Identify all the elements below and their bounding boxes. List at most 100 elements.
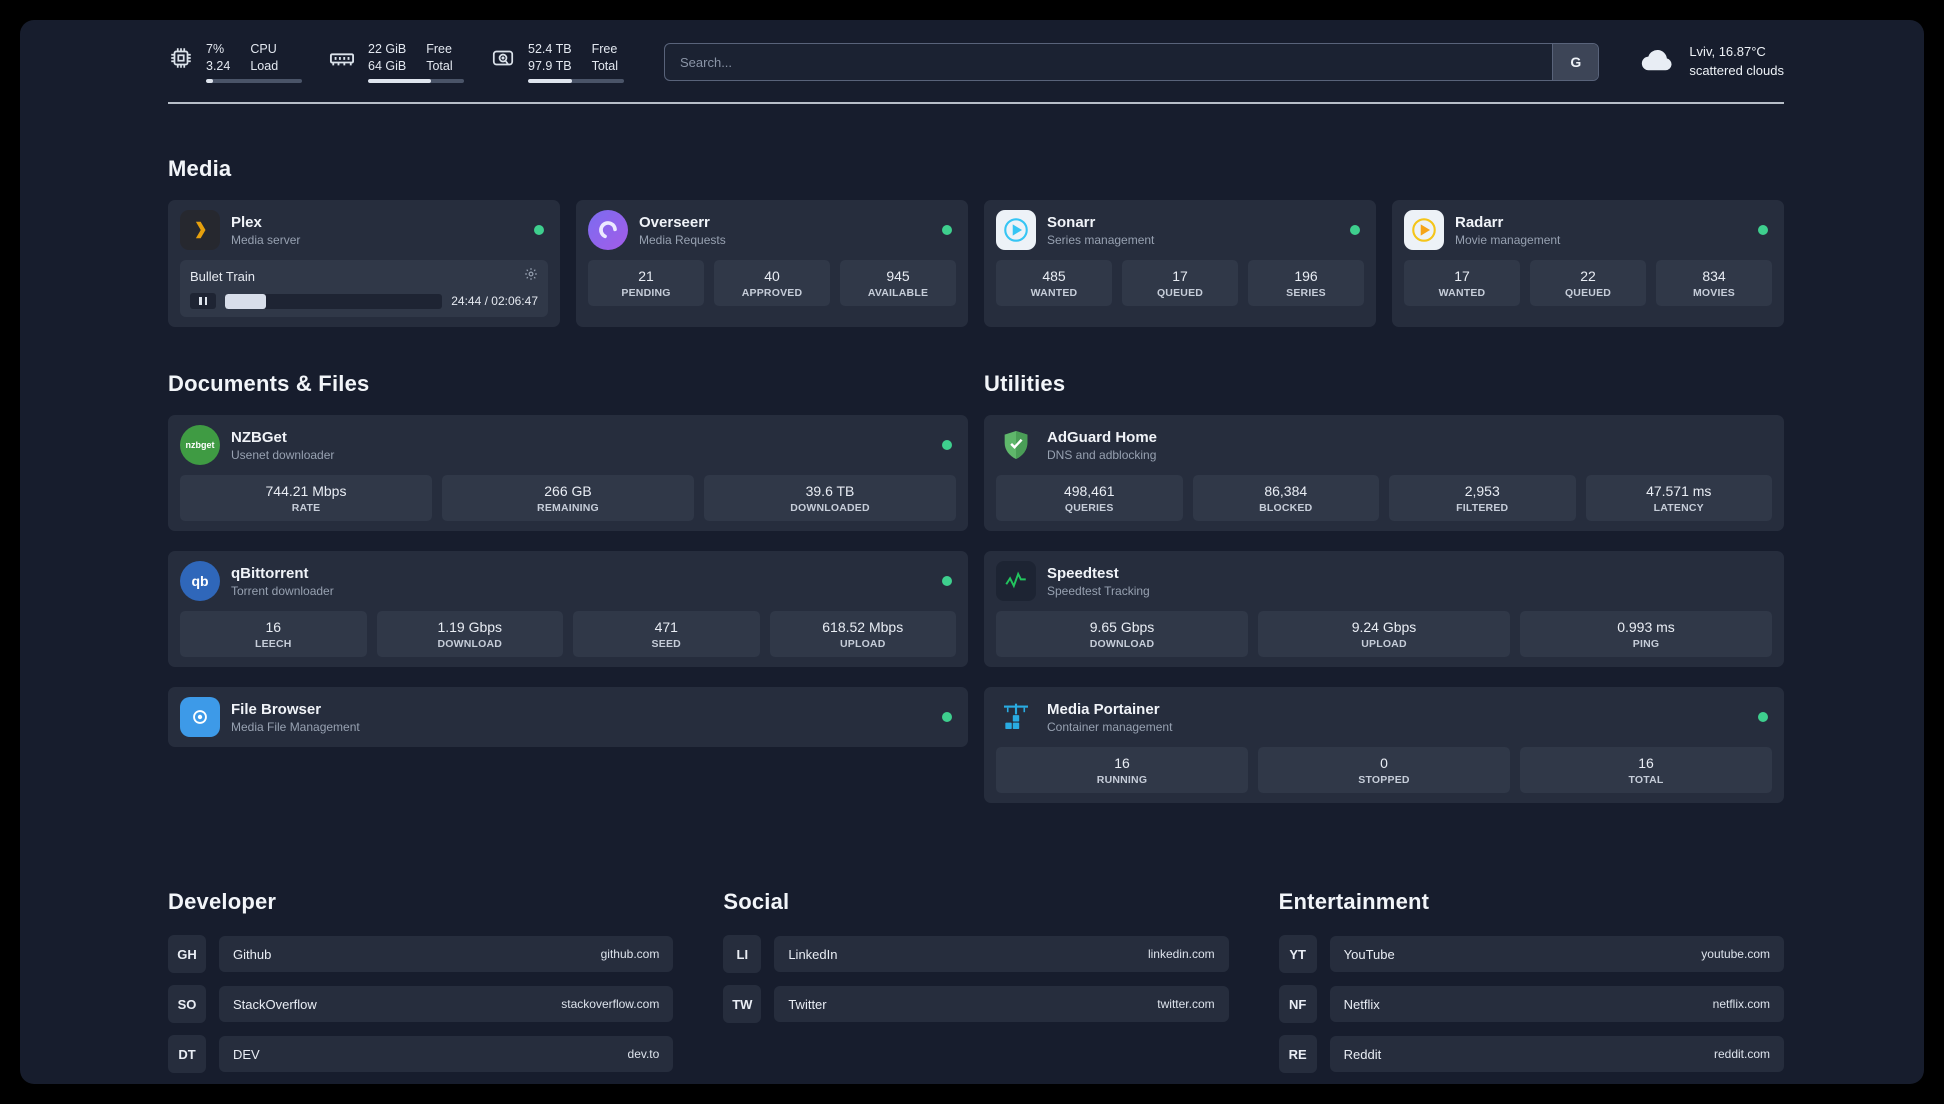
reddit-icon: RE (1278, 1035, 1317, 1073)
stat-label: APPROVED (741, 287, 803, 299)
app-subtitle: Media File Management (231, 719, 360, 734)
section-title-utilities: Utilities (984, 371, 1066, 396)
stat-latency: 47.571 ms LATENCY (1585, 475, 1772, 521)
bookmark-url: linkedin.com (1147, 947, 1215, 961)
stat-value: 16 (1638, 755, 1654, 771)
stat-value: 9.65 Gbps (1089, 619, 1155, 635)
stat-label: SEED (651, 638, 681, 650)
bookmark-name: Netflix (1343, 996, 1380, 1012)
stat-movies: 834 MOVIES (1656, 260, 1772, 306)
stat-value: 0 (1380, 755, 1388, 771)
bookmark-link-youtube[interactable]: YouTube youtube.com (1329, 936, 1784, 972)
weather-widget[interactable]: Lviv, 16.87°C scattered clouds (1639, 43, 1784, 81)
bookmark-name: Reddit (1343, 1046, 1382, 1062)
stat-rate: 744.21 Mbps RATE (180, 475, 432, 521)
pause-button[interactable] (190, 293, 216, 309)
stat-value: 17 (1454, 268, 1470, 284)
stat-total: 16 TOTAL (1520, 747, 1772, 793)
dashboard: 7% 3.24 CPU Load 22 GiB 64 GiB Free Tota… (20, 20, 1924, 1084)
bookmark-url: github.com (600, 947, 660, 961)
stat-value: 618.52 Mbps (822, 619, 904, 635)
app-card-plex[interactable]: Plex Media server Bullet Train 24:44 / 0… (168, 200, 560, 327)
section-title-social: Social (723, 889, 790, 914)
bookmark-url: stackoverflow.com (561, 997, 660, 1011)
app-card-speedtest[interactable]: Speedtest Speedtest Tracking 9.65 Gbps D… (984, 551, 1784, 667)
app-name: AdGuard Home (1047, 428, 1158, 446)
stat-upload: 618.52 Mbps UPLOAD (769, 611, 956, 657)
stat-value: 945 (886, 268, 910, 284)
bookmark-link-reddit[interactable]: Reddit reddit.com (1329, 1036, 1784, 1072)
plex-icon (180, 210, 220, 250)
section-title-documents: Documents & Files (168, 371, 370, 396)
list-item: YT YouTube youtube.com (1278, 935, 1784, 973)
bookmark-link-stackoverflow[interactable]: StackOverflow stackoverflow.com (219, 986, 674, 1022)
app-card-nzbget[interactable]: nzbget NZBGet Usenet downloader 744.21 M… (168, 415, 968, 531)
app-card-radarr[interactable]: Radarr Movie management 17 WANTED 22 QUE… (1392, 200, 1784, 327)
list-item: TW Twitter twitter.com (723, 985, 1229, 1023)
stat-leech: 16 LEECH (180, 611, 367, 657)
app-subtitle: Usenet downloader (231, 447, 335, 462)
search-engine-button[interactable]: G (1552, 44, 1599, 80)
now-playing-widget: Bullet Train 24:44 / 02:06:47 (180, 260, 548, 317)
search-input[interactable] (665, 44, 1553, 80)
sonarr-icon (996, 210, 1036, 250)
app-subtitle: Speedtest Tracking (1047, 583, 1150, 598)
app-card-adguard-home[interactable]: AdGuard Home DNS and adblocking 498,461 … (984, 415, 1784, 531)
stat-label: MOVIES (1692, 287, 1736, 299)
app-subtitle: Movie management (1455, 232, 1561, 247)
stat-approved: 40 APPROVED (714, 260, 830, 306)
bookmark-link-netflix[interactable]: Netflix netflix.com (1329, 986, 1784, 1022)
stat-queued: 17 QUEUED (1122, 260, 1238, 306)
bookmark-link-twitter[interactable]: Twitter twitter.com (774, 986, 1229, 1022)
app-card-media-portainer[interactable]: Media Portainer Container management 16 … (984, 687, 1784, 803)
portainer-icon (996, 697, 1036, 737)
stat-stopped: 0 STOPPED (1258, 747, 1510, 793)
nzbget-icon-text: nzbget (185, 440, 215, 450)
bookmark-url: reddit.com (1713, 1047, 1770, 1061)
stat-label: LEECH (254, 638, 292, 650)
stat-label: QUERIES (1064, 502, 1114, 514)
stat-label: BLOCKED (1259, 502, 1313, 514)
stat-value: 2,953 (1464, 483, 1500, 499)
status-dot (942, 225, 952, 235)
cpu-usage-bar (206, 79, 302, 83)
stat-value: 86,384 (1264, 483, 1308, 499)
app-name: Radarr (1455, 213, 1504, 231)
ram-monitor: 22 GiB 64 GiB Free Total (328, 41, 464, 83)
bookmark-link-dev[interactable]: DEV dev.to (219, 1036, 674, 1072)
app-card-overseerr[interactable]: Overseerr Media Requests 21 PENDING 40 A… (576, 200, 968, 327)
stat-upload: 9.24 Gbps UPLOAD (1258, 611, 1510, 657)
bookmark-link-linkedin[interactable]: LinkedIn linkedin.com (774, 936, 1229, 972)
bookmark-link-github[interactable]: Github github.com (219, 936, 674, 972)
cloud-icon (1639, 45, 1677, 80)
stat-pending: 21 PENDING (588, 260, 704, 306)
stat-value: 196 (1294, 268, 1318, 284)
app-card-file-browser[interactable]: File Browser Media File Management (168, 687, 968, 747)
gear-icon[interactable] (524, 267, 538, 286)
stat-value: 1.19 Gbps (437, 619, 503, 635)
stat-seed: 471 SEED (573, 611, 760, 657)
app-subtitle: DNS and adblocking (1047, 447, 1157, 462)
stat-filtered: 2,953 FILTERED (1389, 475, 1576, 521)
disk-free-value: 52.4 TB (528, 42, 572, 56)
stat-label: FILTERED (1456, 502, 1509, 514)
section-documents-files: Documents & Files nzbget NZBGet Usenet d… (168, 371, 968, 823)
stat-value: 21 (638, 268, 654, 284)
linkedin-icon: LI (723, 935, 762, 973)
nzbget-icon: nzbget (180, 425, 220, 465)
cpu-label-2: Load (250, 58, 279, 73)
weather-condition: scattered clouds (1689, 63, 1784, 78)
bookmark-name: DEV (233, 1046, 260, 1062)
app-name: Sonarr (1047, 213, 1096, 231)
app-card-qbittorrent[interactable]: qb qBittorrent Torrent downloader 16 LEE… (168, 551, 968, 667)
search-bar: G (664, 43, 1600, 81)
stat-remaining: 266 GB REMAINING (442, 475, 694, 521)
qbittorrent-icon-text: qb (191, 573, 209, 589)
stat-value: 40 (764, 268, 780, 284)
playback-progress-bar[interactable] (225, 293, 443, 309)
disk-monitor: 52.4 TB 97.9 TB Free Total (490, 41, 624, 83)
bookmark-url: youtube.com (1701, 947, 1770, 961)
app-name: Overseerr (639, 213, 710, 231)
app-card-sonarr[interactable]: Sonarr Series management 485 WANTED 17 Q… (984, 200, 1376, 327)
stat-value: 498,461 (1063, 483, 1115, 499)
